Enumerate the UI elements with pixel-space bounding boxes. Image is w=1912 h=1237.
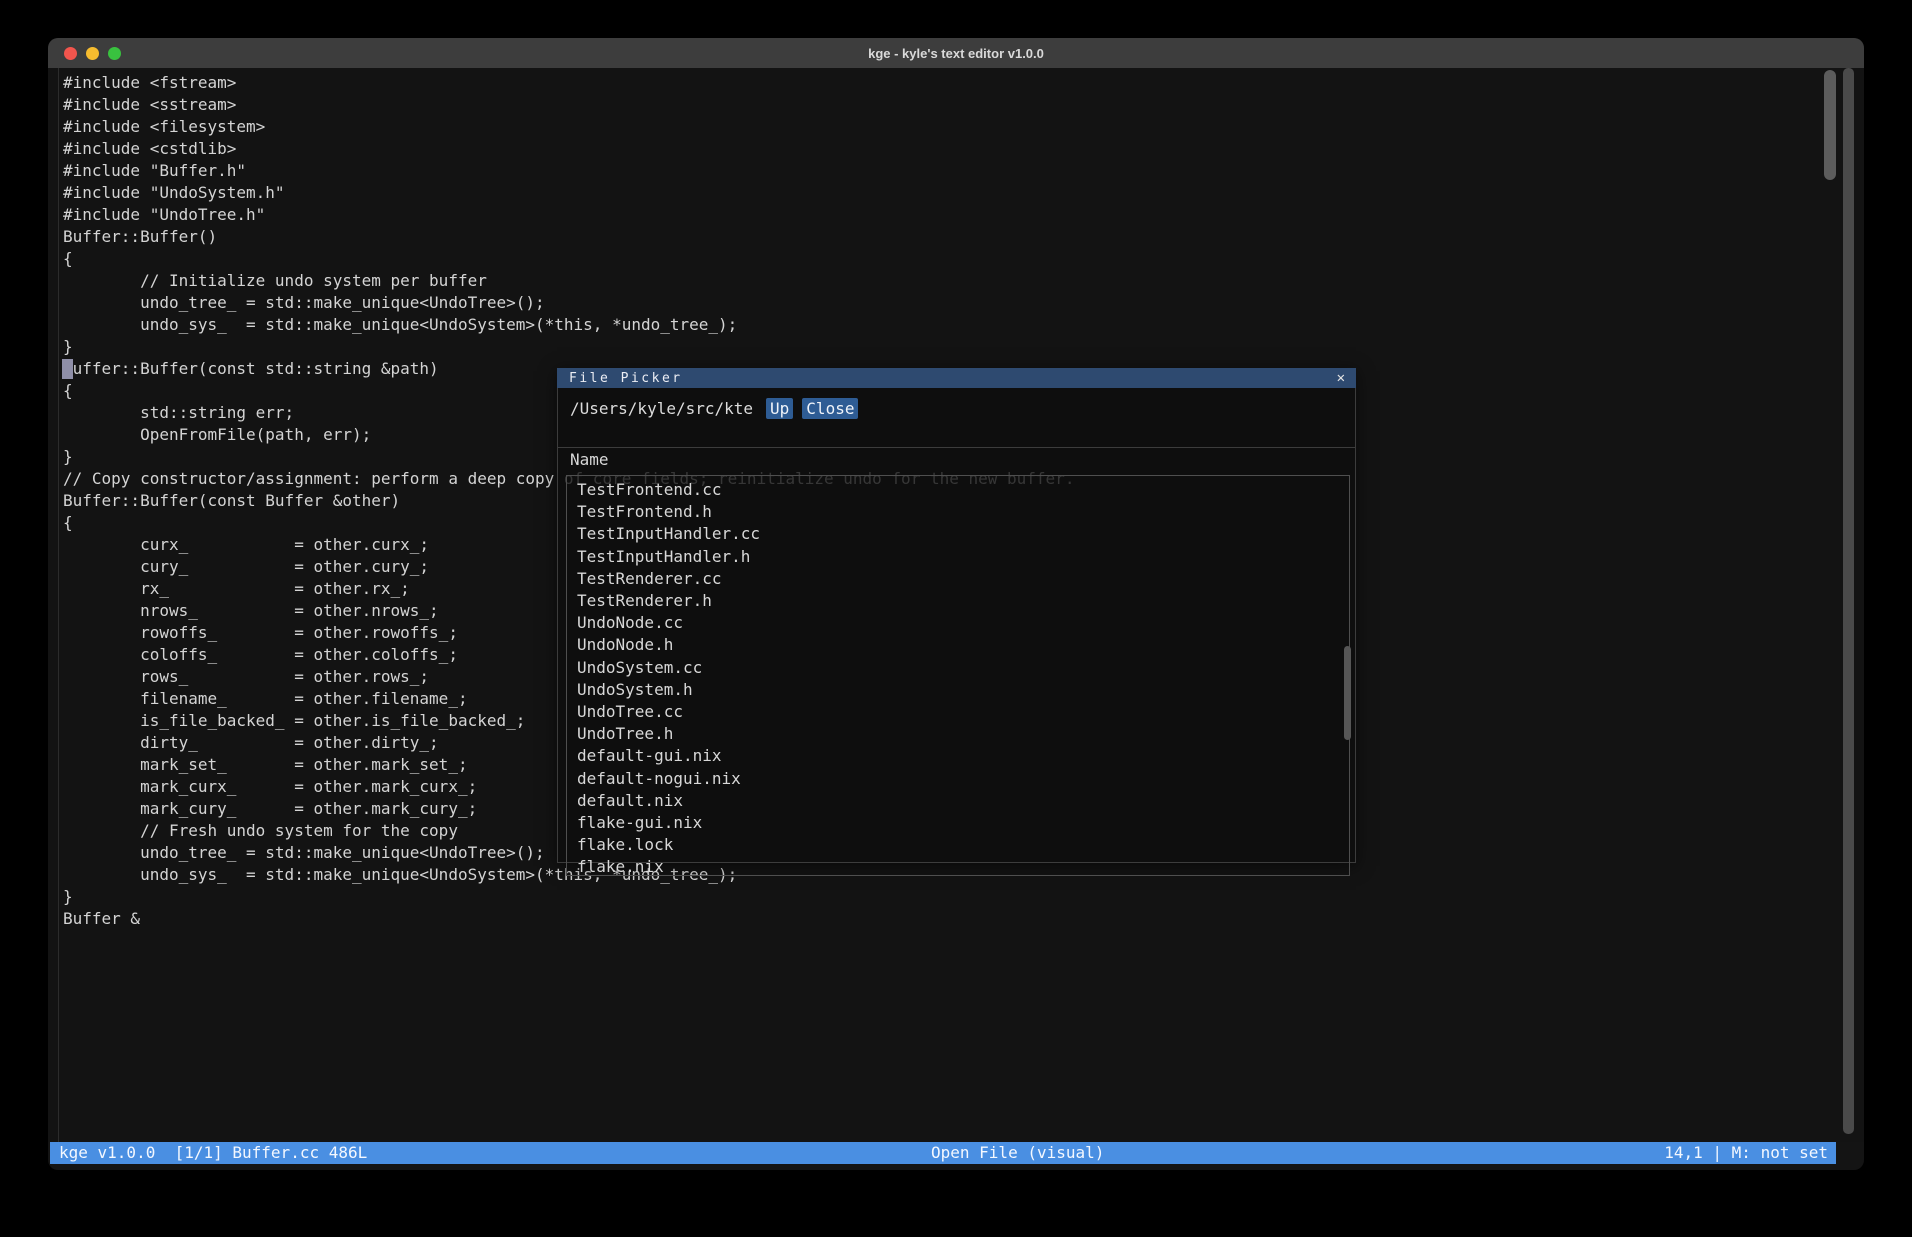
status-mode: Open File (visual) [931, 1142, 1104, 1164]
code-line: undo_sys_ = std::make_unique<UndoSystem>… [63, 314, 1842, 336]
code-line: #include "UndoTree.h" [63, 204, 1842, 226]
close-window-button[interactable] [64, 47, 77, 60]
file-list-item[interactable]: TestRenderer.cc [577, 568, 1349, 590]
file-picker-body: /Users/kyle/src/kte Up Close Name TestFr… [557, 388, 1356, 863]
file-list-item[interactable]: default.nix [577, 790, 1349, 812]
code-line: Buffer::Buffer() [63, 226, 1842, 248]
close-button[interactable]: Close [802, 398, 858, 419]
file-picker-title: File Picker [569, 371, 683, 386]
file-list-item[interactable]: UndoSystem.h [577, 679, 1349, 701]
code-line: #include <sstream> [63, 94, 1842, 116]
code-line: #include <fstream> [63, 72, 1842, 94]
file-picker-titlebar[interactable]: File Picker ✕ [557, 368, 1356, 388]
file-list-item[interactable]: TestInputHandler.cc [577, 523, 1349, 545]
code-line: #include "Buffer.h" [63, 160, 1842, 182]
file-list-item[interactable]: TestInputHandler.h [577, 546, 1349, 568]
code-line: undo_tree_ = std::make_unique<UndoTree>(… [63, 292, 1842, 314]
path-row: /Users/kyle/src/kte Up Close [570, 397, 858, 419]
code-line: #include "UndoSystem.h" [63, 182, 1842, 204]
status-cursor-position: 14,1 | M: not set [1664, 1142, 1828, 1164]
window-titlebar[interactable]: kge - kyle's text editor v1.0.0 [48, 38, 1864, 68]
zoom-window-button[interactable] [108, 47, 121, 60]
file-list-item[interactable]: flake-gui.nix [577, 812, 1349, 834]
code-line: { [63, 248, 1842, 270]
file-list-item[interactable]: default-nogui.nix [577, 768, 1349, 790]
file-list-item[interactable]: UndoSystem.cc [577, 657, 1349, 679]
code-line: } [63, 336, 1842, 358]
scrollbar-track[interactable] [1843, 68, 1854, 1134]
code-line: // Initialize undo system per buffer [63, 270, 1842, 292]
current-path: /Users/kyle/src/kte [570, 399, 753, 418]
minimize-window-button[interactable] [86, 47, 99, 60]
code-line: Buffer & [63, 908, 1842, 930]
cursor-block [62, 359, 73, 379]
up-button[interactable]: Up [766, 398, 793, 419]
file-list-item[interactable]: default-gui.nix [577, 745, 1349, 767]
file-list-item[interactable]: flake.nix [577, 856, 1349, 876]
status-version-file: kge v1.0.0 [1/1] Buffer.cc 486L [59, 1142, 367, 1164]
file-list-item[interactable]: UndoTree.cc [577, 701, 1349, 723]
status-bar: kge v1.0.0 [1/1] Buffer.cc 486L Open Fil… [50, 1142, 1836, 1164]
close-icon[interactable]: ✕ [1337, 369, 1345, 387]
scrollbar-thumb[interactable] [1824, 70, 1836, 180]
file-list-item[interactable]: UndoNode.h [577, 634, 1349, 656]
code-line: #include <cstdlib> [63, 138, 1842, 160]
file-list-item[interactable]: TestFrontend.cc [577, 479, 1349, 501]
file-list-item[interactable]: TestRenderer.h [577, 590, 1349, 612]
file-list-item[interactable]: UndoTree.h [577, 723, 1349, 745]
file-list-scrollbar-thumb[interactable] [1344, 646, 1351, 740]
code-line: } [63, 886, 1842, 908]
window-title: kge - kyle's text editor v1.0.0 [868, 46, 1044, 61]
file-picker-dialog: File Picker ✕ /Users/kyle/src/kte Up Clo… [557, 368, 1356, 863]
name-column-header: Name [570, 450, 609, 469]
traffic-lights [64, 38, 121, 68]
file-list[interactable]: TestFrontend.cc TestFrontend.h TestInput… [566, 475, 1350, 876]
divider [558, 447, 1355, 448]
code-line: #include <filesystem> [63, 116, 1842, 138]
file-list-item[interactable]: TestFrontend.h [577, 501, 1349, 523]
file-list-item[interactable]: flake.lock [577, 834, 1349, 856]
file-list-item[interactable]: UndoNode.cc [577, 612, 1349, 634]
